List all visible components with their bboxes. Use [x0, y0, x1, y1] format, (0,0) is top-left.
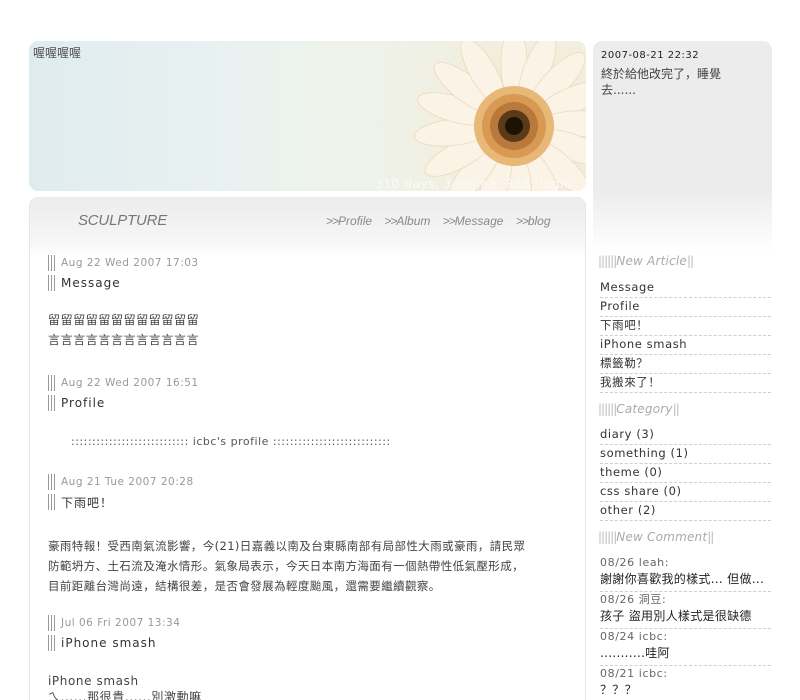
top-nav: >>Profile >>Album >>Message >>blog: [326, 214, 560, 228]
latest-status-panel: 2007-08-21 22:32 終於給他改完了，睡覺去......: [593, 41, 772, 253]
comment-text[interactable]: ？？？: [600, 682, 771, 698]
post-marker-icon: [48, 474, 55, 490]
new-comment-heading: ||||||New Comment||: [598, 530, 714, 544]
new-article-list: Message Profile 下雨吧！ iPhone smash 標籤勒？ 我…: [600, 279, 771, 393]
category-heading: ||||||Category||: [598, 402, 680, 416]
post-body-line: 豪雨特報！受西南氣流影響，今(21)日嘉義以南及台東縣南部有局部性大雨或豪雨，請…: [48, 539, 526, 553]
sidebar-comment-item[interactable]: 08/26 洞豆: 孩子 盜用別人樣式是很缺德: [600, 592, 771, 629]
post-marker-icon: [48, 395, 55, 411]
sidebar-comment-item[interactable]: 08/26 leah: 謝謝你喜歡我的樣式... 但做...: [600, 555, 771, 592]
site-title[interactable]: 喔喔喔喔: [33, 44, 81, 61]
post-body: iPhone smash ㄟ......那很貴......別激動嘛: [48, 673, 573, 700]
post-marker-icon: [48, 615, 55, 631]
nav-link-album[interactable]: >>Album: [384, 214, 430, 228]
post-body-line: :::::::::::::::::::::::::::: icbc's prof…: [71, 435, 391, 448]
post-body: :::::::::::::::::::::::::::: icbc's prof…: [48, 432, 573, 452]
post-marker-icon: [48, 255, 55, 271]
sidebar-article-link[interactable]: 標籤勒？: [600, 355, 771, 374]
status-timestamp: 2007-08-21 22:32: [601, 50, 700, 61]
blog-brand[interactable]: SCULPTURE: [78, 212, 167, 229]
comment-text[interactable]: ...........哇阿: [600, 645, 771, 661]
comment-text[interactable]: 謝謝你喜歡我的樣式... 但做...: [600, 571, 771, 587]
new-comment-list: 08/26 leah: 謝謝你喜歡我的樣式... 但做... 08/26 洞豆:…: [600, 555, 771, 700]
sidebar-article-link[interactable]: 我搬來了！: [600, 374, 771, 393]
comment-author: 08/21 icbc:: [600, 667, 668, 680]
post-body: 豪雨特報！受西南氣流影響，今(21)日嘉義以南及台東縣南部有局部性大雨或豪雨，請…: [48, 536, 573, 596]
comment-text[interactable]: 孩子 盜用別人樣式是很缺德: [600, 608, 771, 624]
post-marker-icon: [48, 635, 55, 651]
post-title[interactable]: iPhone smash: [61, 636, 156, 650]
nav-link-blog[interactable]: >>blog: [516, 214, 551, 228]
post-title[interactable]: Message: [61, 276, 121, 290]
sidebar-category-link[interactable]: diary (3): [600, 426, 771, 445]
post-marker-icon: [48, 375, 55, 391]
nav-link-message[interactable]: >>Message: [443, 214, 504, 228]
comment-author: 08/26 leah:: [600, 556, 670, 569]
post-date: Aug 21 Tue 2007 20:28: [61, 476, 194, 488]
sidebar-comment-item[interactable]: 08/24 icbc: ...........哇阿: [600, 629, 771, 666]
new-article-heading: ||||||New Article||: [598, 254, 694, 268]
header-banner: 喔喔喔喔 310 days, 3 online, RSS, login: [29, 41, 586, 191]
sidebar-article-link[interactable]: Message: [600, 279, 771, 298]
comment-author: 08/26 洞豆:: [600, 593, 667, 606]
post-title[interactable]: 下雨吧！: [61, 494, 113, 511]
blog-post: Aug 22 Wed 2007 16:51 Profile ::::::::::…: [48, 375, 573, 452]
sidebar-category-link[interactable]: something (1): [600, 445, 771, 464]
sidebar-article-link[interactable]: iPhone smash: [600, 336, 771, 355]
sidebar-article-link[interactable]: 下雨吧！: [600, 317, 771, 336]
post-body-line: iPhone smash: [48, 674, 139, 688]
sidebar-category-link[interactable]: css share (0): [600, 483, 771, 502]
blog-post: Jul 06 Fri 2007 13:34 iPhone smash iPhon…: [48, 615, 573, 700]
sidebar-article-link[interactable]: Profile: [600, 298, 771, 317]
blog-post: Aug 21 Tue 2007 20:28 下雨吧！ 豪雨特報！受西南氣流影響，…: [48, 474, 573, 596]
nav-link-profile[interactable]: >>Profile: [326, 214, 372, 228]
comment-author: 08/24 icbc:: [600, 630, 668, 643]
site-stats-links[interactable]: 310 days, 3 online, RSS, login: [375, 177, 572, 191]
sidebar-category-link[interactable]: theme (0): [600, 464, 771, 483]
post-body-line: ㄟ......那很貴......別激動嘛: [48, 690, 202, 700]
main-content-panel: SCULPTURE >>Profile >>Album >>Message >>…: [29, 197, 586, 700]
sidebar-comment-item[interactable]: 08/21 icbc: ？？？: [600, 666, 771, 700]
post-body-line: 留留留留留留留留留留留留: [48, 313, 200, 327]
post-body-line: 目前距離台灣尚遠，結構很差，是否會發展為輕度颱風，還需要繼續觀察。: [48, 579, 441, 593]
post-body-line: 防範坍方、土石流及淹水情形。氣象局表示，今天日本南方海面有一個熱帶性低氣壓形成，: [48, 559, 524, 573]
post-date: Aug 22 Wed 2007 17:03: [61, 257, 199, 269]
post-body-line: 言言言言言言言言言言言言: [48, 333, 200, 347]
blog-post: Aug 22 Wed 2007 17:03 Message 留留留留留留留留留留…: [48, 255, 573, 350]
post-marker-icon: [48, 494, 55, 510]
status-message: 終於給他改完了，睡覺去......: [601, 67, 722, 97]
category-list: diary (3) something (1) theme (0) css sh…: [600, 426, 771, 521]
sidebar-category-link[interactable]: other (2): [600, 502, 771, 521]
post-title[interactable]: Profile: [61, 396, 105, 410]
flower-banner-image: [329, 41, 586, 191]
post-date: Jul 06 Fri 2007 13:34: [61, 617, 181, 629]
post-date: Aug 22 Wed 2007 16:51: [61, 377, 199, 389]
post-marker-icon: [48, 275, 55, 291]
post-body: 留留留留留留留留留留留留 言言言言言言言言言言言言: [48, 310, 573, 350]
